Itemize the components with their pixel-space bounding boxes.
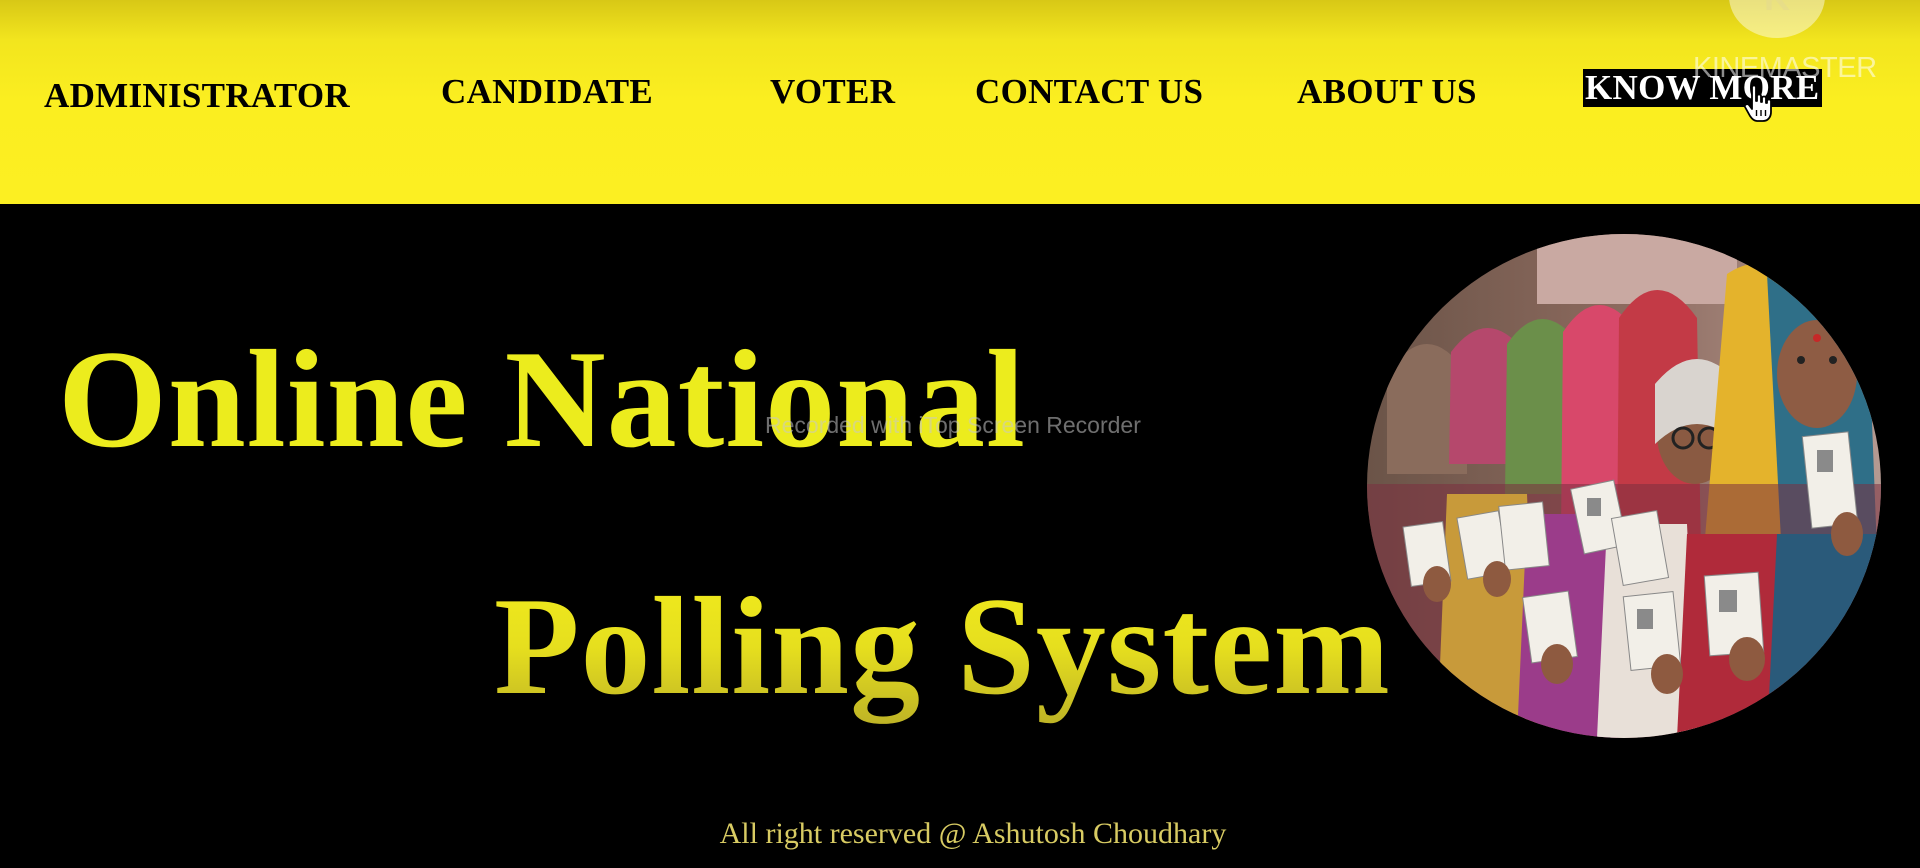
- kinemaster-watermark: KINEMASTER: [1693, 52, 1877, 84]
- screen-recorder-watermark: Recorded with iTop Screen Recorder: [765, 412, 1141, 438]
- hero-title-line-2: Polling System: [494, 567, 1391, 727]
- svg-text:K: K: [1764, 0, 1790, 18]
- top-navbar: ADMINISTRATOR CANDIDATE VOTER CONTACT US…: [0, 0, 1920, 204]
- nav-item-about-us[interactable]: ABOUT US: [1297, 72, 1477, 112]
- nav-item-contact-us[interactable]: CONTACT US: [975, 72, 1203, 112]
- nav-item-voter[interactable]: VOTER: [770, 72, 895, 112]
- hand-pointer-icon: [1744, 84, 1772, 122]
- footer-copyright-text: All right reserved @ Ashutosh Choudhary: [719, 817, 1227, 850]
- footer-copyright: All right reserved @ Ashutosh Choudhary: [0, 817, 1920, 851]
- voters-illustration: [1367, 234, 1881, 738]
- page: ADMINISTRATOR CANDIDATE VOTER CONTACT US…: [0, 0, 1920, 868]
- nav-item-administrator[interactable]: ADMINISTRATOR: [44, 76, 350, 116]
- hero-voters-image: [1367, 234, 1881, 738]
- kinemaster-logo-icon: K: [1729, 0, 1825, 38]
- nav-item-candidate[interactable]: CANDIDATE: [441, 72, 653, 112]
- hero-title-line-1: Online National: [58, 322, 1026, 477]
